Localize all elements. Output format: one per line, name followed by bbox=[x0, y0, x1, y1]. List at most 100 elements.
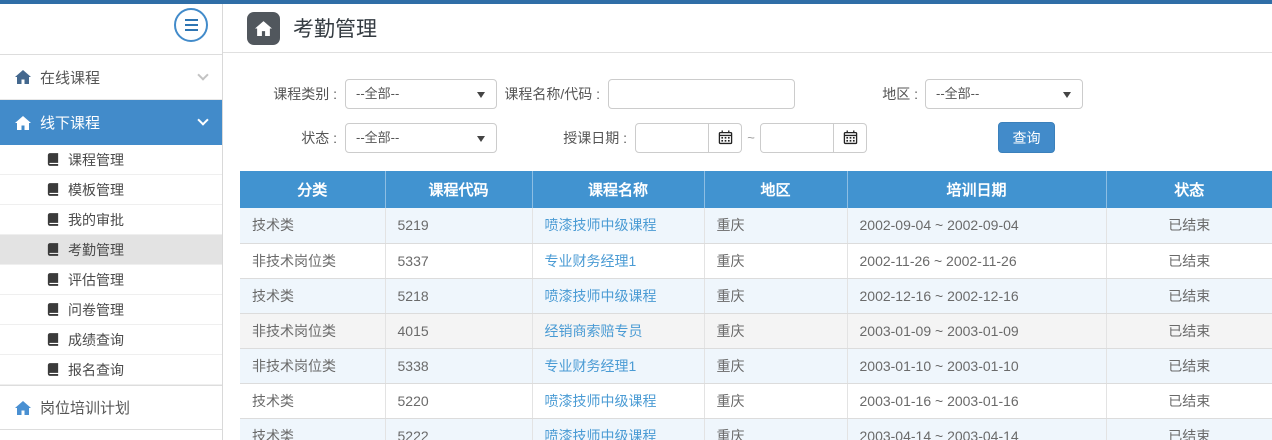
cell-status: 已结束 bbox=[1106, 348, 1272, 383]
filter-panel: 课程类别 : --全部-- 课程名称/代码 : 地区 : --全部-- 状态 :… bbox=[223, 53, 1272, 153]
book-icon bbox=[47, 213, 59, 226]
date-to-input[interactable] bbox=[760, 123, 834, 153]
course-name-link[interactable]: 喷漆技师中级课程 bbox=[545, 428, 657, 440]
cell-region: 重庆 bbox=[704, 208, 847, 243]
cell-training-date: 2003-01-09 ~ 2003-01-09 bbox=[847, 313, 1106, 348]
table-row: 技术类 5218 喷漆技师中级课程 重庆 2002-12-16 ~ 2002-1… bbox=[240, 278, 1272, 313]
cell-course-code: 5219 bbox=[385, 208, 532, 243]
cell-training-date: 2003-04-14 ~ 2003-04-14 bbox=[847, 418, 1106, 440]
cell-training-date: 2002-09-04 ~ 2002-09-04 bbox=[847, 208, 1106, 243]
table-column-header: 分类 bbox=[240, 171, 385, 208]
region-label: 地区 : bbox=[795, 84, 918, 104]
cell-course-code: 5220 bbox=[385, 383, 532, 418]
cell-category: 技术类 bbox=[240, 278, 385, 313]
search-button[interactable]: 查询 bbox=[998, 122, 1055, 153]
date-to-group bbox=[760, 123, 867, 153]
sidebar-item-training-plan[interactable]: 岗位培训计划 bbox=[0, 385, 222, 430]
book-icon bbox=[47, 273, 59, 286]
cell-course-code: 5222 bbox=[385, 418, 532, 440]
sidebar-item-online-courses[interactable]: 在线课程 bbox=[0, 55, 222, 100]
sidebar-submenu-item-label: 报名查询 bbox=[68, 360, 124, 380]
course-name-label: 课程名称/代码 : bbox=[497, 84, 600, 104]
cell-status: 已结束 bbox=[1106, 313, 1272, 348]
date-from-input[interactable] bbox=[635, 123, 709, 153]
status-value: --全部-- bbox=[356, 130, 399, 145]
cell-course-code: 4015 bbox=[385, 313, 532, 348]
course-table: 分类课程代码课程名称地区培训日期状态 技术类 5219 喷漆技师中级课程 重庆 … bbox=[240, 171, 1272, 440]
sidebar-submenu-item[interactable]: 模板管理 bbox=[0, 175, 222, 205]
cell-region: 重庆 bbox=[704, 313, 847, 348]
table-column-header: 状态 bbox=[1106, 171, 1272, 208]
book-icon bbox=[47, 243, 59, 256]
table-row: 技术类 5220 喷漆技师中级课程 重庆 2003-01-16 ~ 2003-0… bbox=[240, 383, 1272, 418]
home-icon bbox=[15, 401, 31, 415]
sidebar-item-offline-courses[interactable]: 线下课程 bbox=[0, 100, 222, 145]
table-row: 技术类 5219 喷漆技师中级课程 重庆 2002-09-04 ~ 2002-0… bbox=[240, 208, 1272, 243]
table-row: 非技术岗位类 4015 经销商索赔专员 重庆 2003-01-09 ~ 2003… bbox=[240, 313, 1272, 348]
sidebar-submenu-item[interactable]: 我的审批 bbox=[0, 205, 222, 235]
cell-category: 非技术岗位类 bbox=[240, 348, 385, 383]
course-name-link[interactable]: 喷漆技师中级课程 bbox=[545, 393, 657, 409]
cell-course-code: 5218 bbox=[385, 278, 532, 313]
sidebar-submenu-item-label: 评估管理 bbox=[68, 270, 124, 290]
sidebar-submenu-item[interactable]: 考勤管理 bbox=[0, 235, 222, 265]
region-value: --全部-- bbox=[936, 86, 979, 101]
table-row: 技术类 5222 喷漆技师中级课程 重庆 2003-04-14 ~ 2003-0… bbox=[240, 418, 1272, 440]
hamburger-icon[interactable] bbox=[174, 8, 208, 42]
sidebar-submenu-item[interactable]: 报名查询 bbox=[0, 355, 222, 385]
sidebar-item-label: 岗位培训计划 bbox=[40, 397, 130, 418]
course-name-link[interactable]: 经销商索赔专员 bbox=[545, 323, 643, 339]
sidebar-submenu-item[interactable]: 评估管理 bbox=[0, 265, 222, 295]
cell-category: 技术类 bbox=[240, 418, 385, 440]
region-select[interactable]: --全部-- bbox=[925, 79, 1083, 109]
calendar-icon[interactable] bbox=[709, 123, 742, 153]
table-column-header: 培训日期 bbox=[847, 171, 1106, 208]
cell-status: 已结束 bbox=[1106, 383, 1272, 418]
cell-training-date: 2003-01-10 ~ 2003-01-10 bbox=[847, 348, 1106, 383]
cell-category: 非技术岗位类 bbox=[240, 243, 385, 278]
sidebar-submenu-item[interactable]: 课程管理 bbox=[0, 145, 222, 175]
sidebar-submenu-item[interactable]: 成绩查询 bbox=[0, 325, 222, 355]
course-name-link[interactable]: 喷漆技师中级课程 bbox=[545, 288, 657, 304]
sidebar-item-label: 在线课程 bbox=[40, 67, 100, 88]
teaching-date-label: 授课日期 : bbox=[497, 128, 627, 148]
book-icon bbox=[47, 363, 59, 376]
cell-status: 已结束 bbox=[1106, 243, 1272, 278]
cell-region: 重庆 bbox=[704, 278, 847, 313]
book-icon bbox=[47, 153, 59, 166]
course-name-input[interactable] bbox=[608, 79, 795, 109]
calendar-icon[interactable] bbox=[834, 123, 867, 153]
course-name-link[interactable]: 专业财务经理1 bbox=[545, 358, 637, 374]
table-column-header: 课程名称 bbox=[532, 171, 704, 208]
cell-category: 技术类 bbox=[240, 383, 385, 418]
cell-course-code: 5338 bbox=[385, 348, 532, 383]
sidebar-header bbox=[0, 4, 222, 55]
cell-training-date: 2002-11-26 ~ 2002-11-26 bbox=[847, 243, 1106, 278]
cell-training-date: 2003-01-16 ~ 2003-01-16 bbox=[847, 383, 1106, 418]
date-range-separator: ~ bbox=[742, 130, 760, 145]
cell-status: 已结束 bbox=[1106, 418, 1272, 440]
page-header: 考勤管理 bbox=[223, 4, 1272, 53]
course-name-link[interactable]: 专业财务经理1 bbox=[545, 253, 637, 269]
sidebar-submenu-item-label: 成绩查询 bbox=[68, 330, 124, 350]
cell-course-code: 5337 bbox=[385, 243, 532, 278]
course-category-label: 课程类别 : bbox=[223, 84, 337, 104]
sidebar-submenu-item-label: 课程管理 bbox=[68, 150, 124, 170]
cell-category: 非技术岗位类 bbox=[240, 313, 385, 348]
status-select[interactable]: --全部-- bbox=[345, 123, 497, 153]
course-category-value: --全部-- bbox=[356, 86, 399, 101]
book-icon bbox=[47, 333, 59, 346]
course-category-select[interactable]: --全部-- bbox=[345, 79, 497, 109]
sidebar-submenu-item[interactable]: 问卷管理 bbox=[0, 295, 222, 325]
table-column-header: 地区 bbox=[704, 171, 847, 208]
sidebar-submenu-item-label: 考勤管理 bbox=[68, 240, 124, 260]
course-table-body: 技术类 5219 喷漆技师中级课程 重庆 2002-09-04 ~ 2002-0… bbox=[240, 208, 1272, 440]
cell-region: 重庆 bbox=[704, 348, 847, 383]
sidebar-submenu-item-label: 问卷管理 bbox=[68, 300, 124, 320]
sidebar-submenu-item-label: 我的审批 bbox=[68, 210, 124, 230]
course-name-link[interactable]: 喷漆技师中级课程 bbox=[545, 217, 657, 233]
cell-region: 重庆 bbox=[704, 418, 847, 440]
sidebar-submenu: 课程管理 模板管理 我的审批 考勤管理 评估管理 问卷管理 成绩查询 报名查询 bbox=[0, 145, 222, 385]
sidebar-submenu-item-label: 模板管理 bbox=[68, 180, 124, 200]
table-column-header: 课程代码 bbox=[385, 171, 532, 208]
